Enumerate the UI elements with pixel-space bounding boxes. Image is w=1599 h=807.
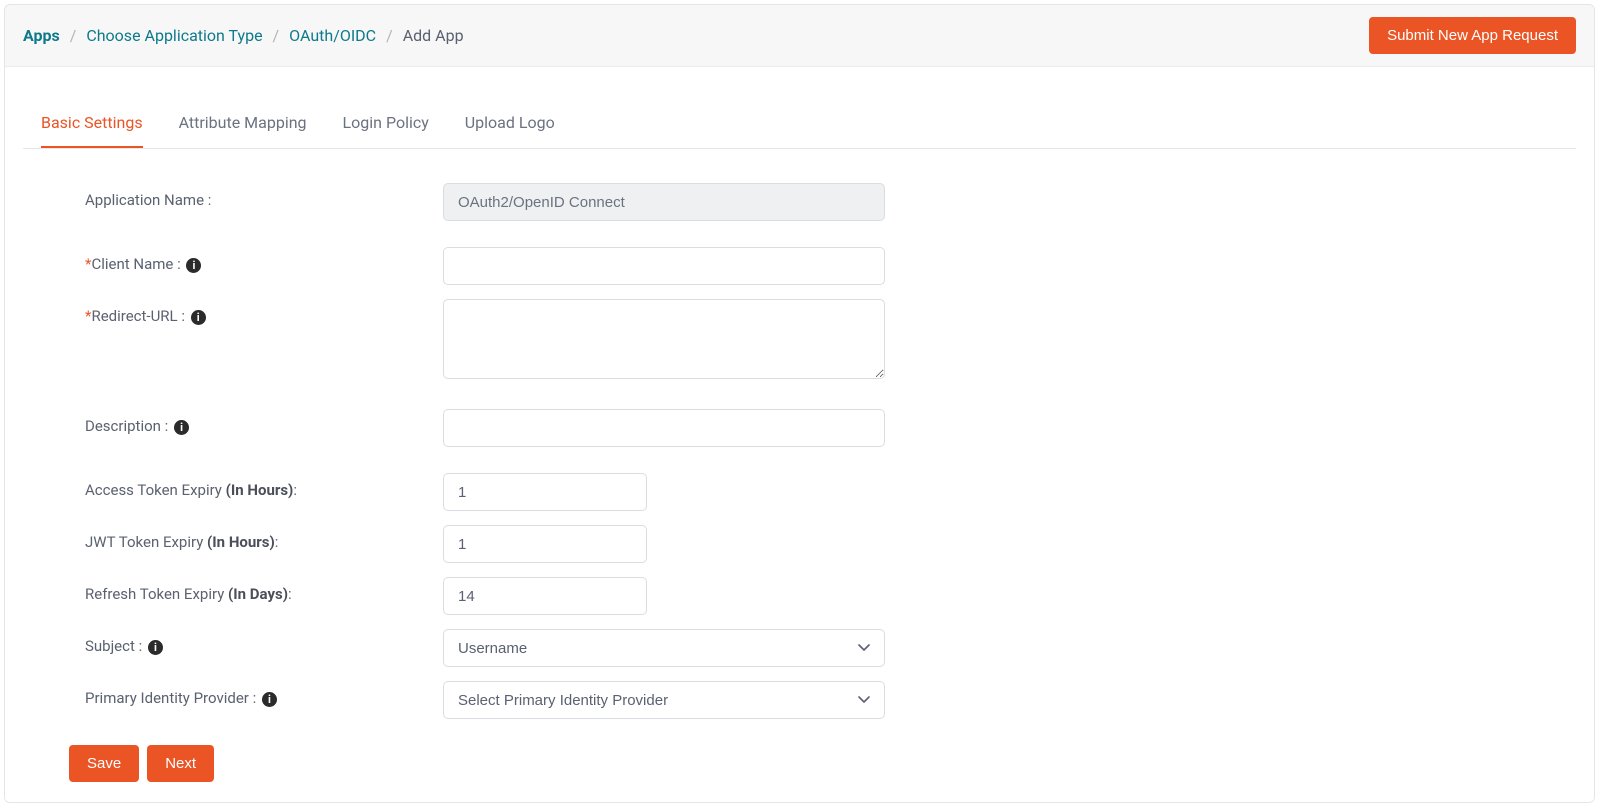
info-icon[interactable]: i bbox=[191, 310, 206, 325]
tab-basic-settings[interactable]: Basic Settings bbox=[41, 101, 143, 148]
breadcrumb-apps[interactable]: Apps bbox=[23, 26, 60, 45]
info-icon[interactable]: i bbox=[148, 640, 163, 655]
tab-attribute-mapping[interactable]: Attribute Mapping bbox=[179, 101, 307, 148]
description-input[interactable] bbox=[443, 409, 885, 447]
breadcrumb: Apps / Choose Application Type / OAuth/O… bbox=[23, 26, 464, 45]
breadcrumb-separator: / bbox=[70, 26, 77, 45]
form-actions: Save Next bbox=[23, 745, 1576, 782]
submit-new-app-button[interactable]: Submit New App Request bbox=[1369, 17, 1576, 54]
tab-upload-logo[interactable]: Upload Logo bbox=[465, 101, 555, 148]
breadcrumb-oauth[interactable]: OAuth/OIDC bbox=[289, 26, 376, 45]
breadcrumb-choose-type[interactable]: Choose Application Type bbox=[86, 26, 262, 45]
jwt-token-input[interactable] bbox=[443, 525, 647, 563]
form: Application Name : *Client Name : i *Red… bbox=[23, 149, 1576, 719]
breadcrumb-separator: / bbox=[273, 26, 280, 45]
info-icon[interactable]: i bbox=[174, 420, 189, 435]
application-name-input bbox=[443, 183, 885, 221]
description-label: Description : i bbox=[85, 409, 443, 435]
primary-idp-select[interactable]: Select Primary Identity Provider bbox=[443, 681, 885, 719]
refresh-token-label: Refresh Token Expiry (In Days): bbox=[85, 577, 443, 603]
breadcrumb-separator: / bbox=[386, 26, 393, 45]
refresh-token-input[interactable] bbox=[443, 577, 647, 615]
redirect-url-input[interactable] bbox=[443, 299, 885, 379]
next-button[interactable]: Next bbox=[147, 745, 214, 782]
redirect-url-label: *Redirect-URL : i bbox=[85, 299, 443, 325]
client-name-label: *Client Name : i bbox=[85, 247, 443, 273]
client-name-input[interactable] bbox=[443, 247, 885, 285]
jwt-token-label: JWT Token Expiry (In Hours): bbox=[85, 525, 443, 551]
access-token-input[interactable] bbox=[443, 473, 647, 511]
subject-label: Subject : i bbox=[85, 629, 443, 655]
access-token-label: Access Token Expiry (In Hours): bbox=[85, 473, 443, 499]
topbar: Apps / Choose Application Type / OAuth/O… bbox=[5, 5, 1594, 67]
save-button[interactable]: Save bbox=[69, 745, 139, 782]
subject-select[interactable]: Username bbox=[443, 629, 885, 667]
breadcrumb-current: Add App bbox=[403, 26, 464, 45]
tab-login-policy[interactable]: Login Policy bbox=[343, 101, 429, 148]
primary-idp-label: Primary Identity Provider : i bbox=[85, 681, 443, 707]
tabs: Basic Settings Attribute Mapping Login P… bbox=[23, 101, 1576, 149]
info-icon[interactable]: i bbox=[186, 258, 201, 273]
info-icon[interactable]: i bbox=[262, 692, 277, 707]
application-name-label: Application Name : bbox=[85, 183, 443, 209]
